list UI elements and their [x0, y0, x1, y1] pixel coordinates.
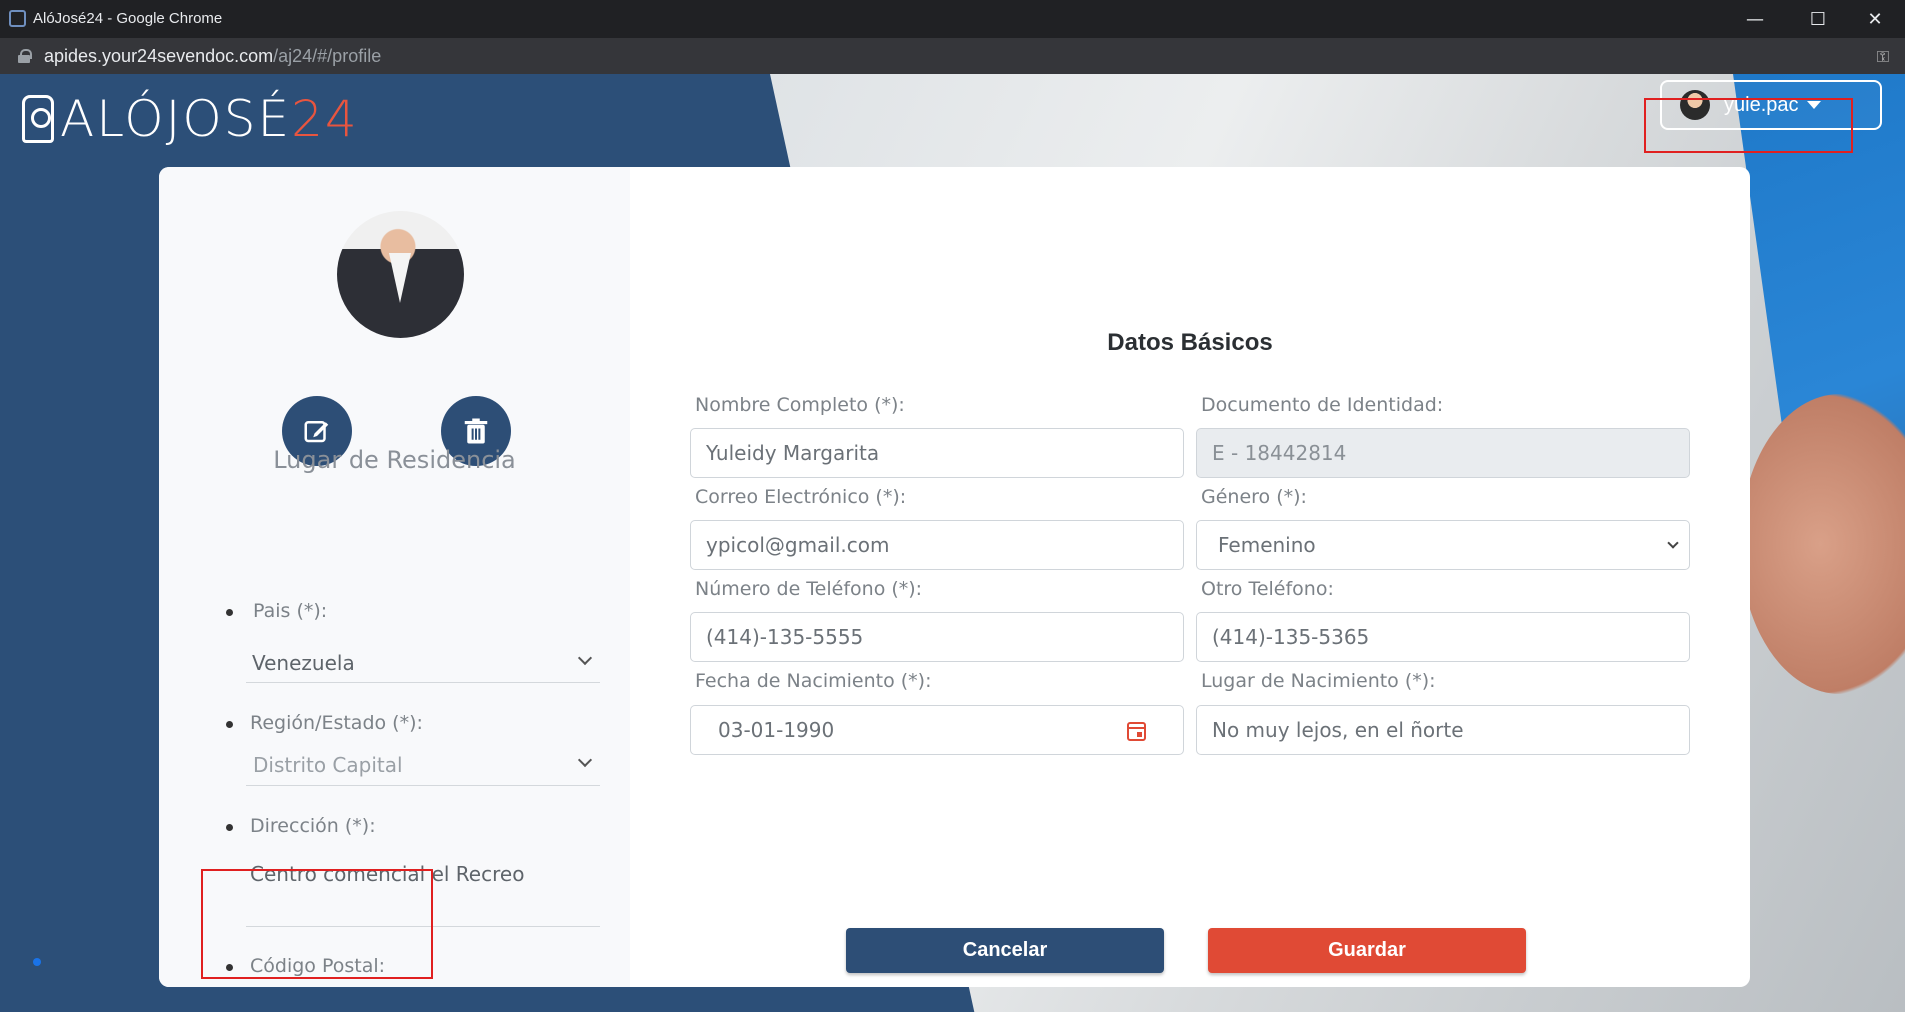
minimize-button[interactable]: — — [1725, 0, 1785, 38]
chevron-down-icon[interactable] — [577, 650, 593, 666]
app-logo[interactable]: ALÓJOSÉ24 — [22, 86, 359, 152]
save-button[interactable]: Guardar — [1208, 928, 1526, 973]
residence-section-title: Lugar de Residencia — [273, 446, 516, 474]
address-bar[interactable]: apides.your24sevendoc.com/aj24/#/profile… — [0, 38, 1905, 74]
trash-icon — [464, 418, 488, 444]
region-label: Región/Estado (*): — [250, 712, 423, 734]
divider — [246, 785, 600, 786]
browser-titlebar: AlóJosé24 - Google Chrome — ☐ ✕ — [0, 0, 1905, 38]
chevron-down-icon[interactable] — [577, 752, 593, 768]
phone-input[interactable]: (414)-135-5555 — [690, 612, 1184, 662]
key-icon[interactable]: ⚿ — [1877, 47, 1889, 67]
address-label: Dirección (*): — [250, 815, 376, 837]
lock-icon[interactable] — [18, 49, 32, 63]
url-host: apides.your24sevendoc.com — [44, 46, 274, 66]
logo-text-number: 24 — [291, 90, 359, 148]
status-dot — [33, 958, 41, 966]
full-name-input[interactable]: Yuleidy Margarita — [690, 428, 1184, 478]
birth-place-input[interactable]: No muy lejos, en el ñorte — [1196, 705, 1690, 755]
gender-value: Femenino — [1218, 533, 1316, 557]
birth-date-input[interactable]: 03-01-1990 — [690, 705, 1184, 755]
other-phone-label: Otro Teléfono: — [1201, 578, 1334, 600]
birth-date-label: Fecha de Nacimiento (*): — [695, 670, 932, 692]
stethoscope-logo-icon — [22, 95, 54, 143]
profile-card: Lugar de Residencia Pais (*): Venezuela … — [159, 167, 1750, 987]
logo-text: ALÓJOSÉ24 — [60, 94, 359, 144]
url-path: /aj24/#/profile — [273, 46, 382, 66]
url-text[interactable]: apides.your24sevendoc.com/aj24/#/profile — [44, 46, 381, 67]
gender-label: Género (*): — [1201, 486, 1307, 508]
email-label: Correo Electrónico (*): — [695, 486, 907, 508]
highlight-box-user-menu — [1644, 98, 1853, 153]
highlight-box-postal-code — [201, 869, 433, 979]
list-bullet — [226, 824, 233, 831]
birth-date-value: 03-01-1990 — [718, 718, 835, 742]
country-select[interactable]: Venezuela — [252, 651, 355, 675]
id-document-label: Documento de Identidad: — [1201, 394, 1444, 416]
close-button[interactable]: ✕ — [1845, 0, 1905, 38]
region-select[interactable]: Distrito Capital — [253, 753, 403, 777]
maximize-button[interactable]: ☐ — [1788, 0, 1848, 38]
other-phone-input[interactable]: (414)-135-5365 — [1196, 612, 1690, 662]
cancel-button[interactable]: Cancelar — [846, 928, 1164, 973]
list-bullet — [226, 721, 233, 728]
profile-photo — [337, 211, 464, 338]
edit-icon — [304, 421, 329, 443]
id-document-input: E - 18442814 — [1196, 428, 1690, 478]
calendar-icon[interactable] — [1127, 722, 1146, 741]
page-viewport: ALÓJOSÉ24 yule.pac Lugar de Residencia P… — [0, 74, 1905, 1012]
profile-sidebar: Lugar de Residencia Pais (*): Venezuela … — [159, 167, 630, 987]
divider — [246, 682, 600, 683]
email-input[interactable]: ypicol@gmail.com — [690, 520, 1184, 570]
basic-data-title: Datos Básicos — [1107, 329, 1273, 356]
logo-text-main: ALÓJOSÉ — [60, 90, 292, 148]
full-name-label: Nombre Completo (*): — [695, 394, 905, 416]
list-bullet — [226, 609, 233, 616]
birth-place-label: Lugar de Nacimiento (*): — [1201, 670, 1436, 692]
gender-select[interactable]: Femenino — [1196, 520, 1690, 570]
site-favicon-icon — [9, 10, 26, 27]
chevron-down-icon — [1667, 537, 1679, 549]
country-label: Pais (*): — [253, 600, 328, 622]
phone-label: Número de Teléfono (*): — [695, 578, 923, 600]
window-title: AlóJosé24 - Google Chrome — [33, 10, 223, 27]
